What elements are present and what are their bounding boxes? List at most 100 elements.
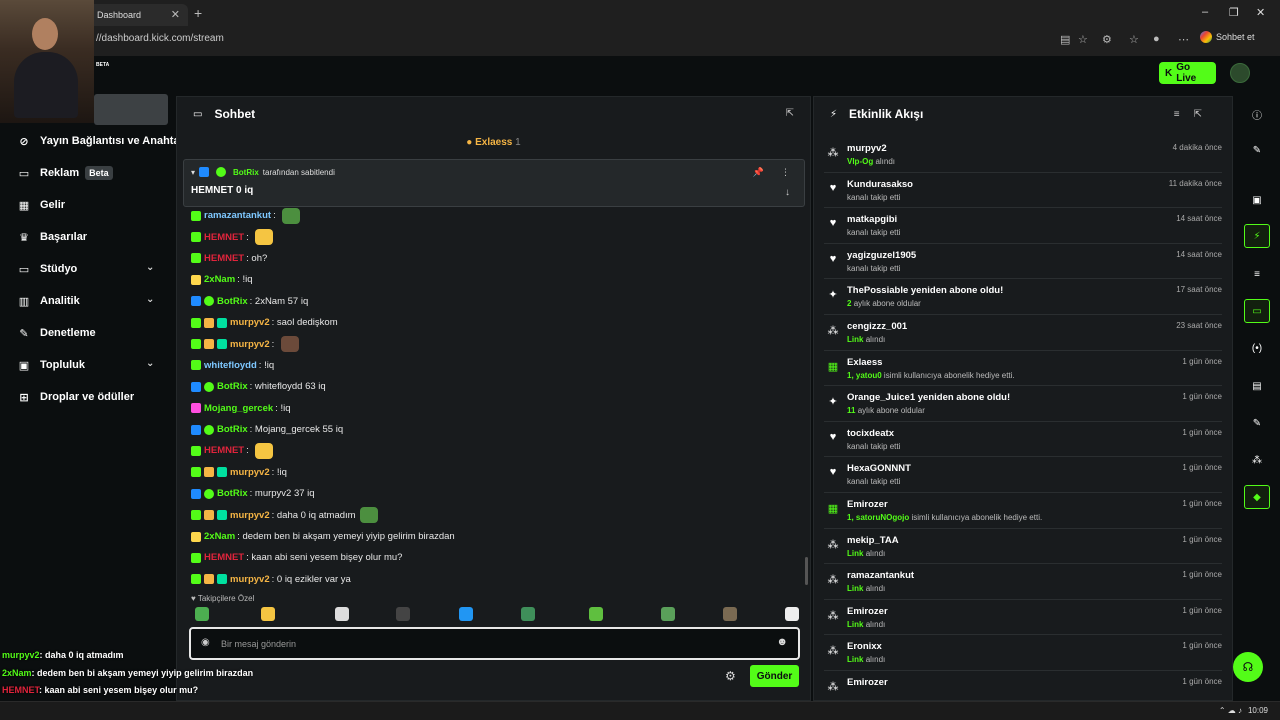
- chat-badge-icon: [191, 574, 201, 585]
- emote-frog2[interactable]: [589, 607, 603, 621]
- send-button[interactable]: Gönder: [750, 665, 799, 687]
- go-live-button[interactable]: K Go Live: [1159, 62, 1216, 84]
- activity-item[interactable]: ♥ tocixdeatx kanalı takip etti 1 gün önce: [824, 422, 1222, 458]
- filter-icon[interactable]: ≡: [1174, 109, 1194, 120]
- overlay-text: : dedem ben bi akşam yemeyi yiyip geliri…: [31, 667, 254, 678]
- emote-frog[interactable]: [195, 607, 209, 621]
- activity-item[interactable]: ⁂ Eronixx Link alındı 1 gün önce: [824, 635, 1222, 671]
- user-avatar[interactable]: [1230, 63, 1250, 83]
- broadcast-icon[interactable]: (•): [1244, 336, 1270, 360]
- emote-penguin[interactable]: [335, 607, 349, 621]
- stack-icon[interactable]: ▤: [1244, 374, 1270, 398]
- chat-username[interactable]: BotRix: [217, 381, 248, 392]
- chat-username[interactable]: 2xNam: [204, 531, 235, 542]
- activity-item[interactable]: ⁂ murpyv2 VIp-Og alındı 4 dakika önce: [824, 137, 1222, 173]
- chat-username[interactable]: whitefloydd: [204, 360, 257, 371]
- chat-scrollbar[interactable]: [805, 557, 808, 585]
- chat-username[interactable]: murpyv2: [230, 510, 270, 521]
- activity-rail-icon[interactable]: ⚡: [1244, 224, 1270, 248]
- sidebar-item-revenue[interactable]: ▦ Gelir: [18, 195, 65, 215]
- activity-item[interactable]: ✦ ThePossiable yeniden abone oldu! 2 aylık…: [824, 279, 1222, 315]
- chat-username[interactable]: BotRix: [217, 424, 248, 435]
- chat-username[interactable]: murpyv2: [230, 467, 270, 478]
- activity-item[interactable]: ✦ Orange_Juice1 yeniden abone oldu! 11 ayl…: [824, 386, 1222, 422]
- activity-item[interactable]: ⁂ Emirozer Link alındı 1 gün önce: [824, 600, 1222, 636]
- browser-tab[interactable]: Dashboard ✕: [88, 4, 188, 26]
- reader-icon[interactable]: ▤: [1060, 33, 1070, 46]
- chat-message: 2xNam: dedem ben bi akşam yemeyi yiyip g…: [191, 526, 791, 547]
- maximize-icon[interactable]: ❐: [1229, 6, 1239, 19]
- pin-icon[interactable]: 📌: [753, 167, 764, 178]
- chat-username[interactable]: BotRix: [217, 488, 248, 499]
- favorites-icon[interactable]: ☆: [1129, 33, 1139, 46]
- popout-icon[interactable]: ⇱: [1194, 109, 1216, 120]
- activity-item[interactable]: ▦ Exlaess 1, yatou0 isimli kullanıcıya abo…: [824, 351, 1222, 387]
- sidebar-item-studio[interactable]: ▭ Stüdyo ⌄: [18, 259, 168, 279]
- emote-pepe[interactable]: [521, 607, 535, 621]
- sidebar-search-box[interactable]: [94, 94, 168, 125]
- chat-username[interactable]: murpyv2: [230, 317, 270, 328]
- emote-pepe2[interactable]: [661, 607, 675, 621]
- activity-item[interactable]: ♥ HexaGONNNT kanalı takip etti 1 gün önce: [824, 457, 1222, 493]
- activity-item[interactable]: ⁂ ramazantankut Link alındı 1 gün önce: [824, 564, 1222, 600]
- copilot-button[interactable]: Sohbet et: [1200, 31, 1255, 43]
- chat-username[interactable]: HEMNET: [204, 552, 244, 563]
- sidebar-item-community[interactable]: ▣ Topluluk ⌄: [18, 355, 168, 375]
- emote-glasses[interactable]: [261, 607, 275, 621]
- star-icon[interactable]: ☆: [1078, 33, 1088, 46]
- menu-icon[interactable]: ⋯: [1178, 33, 1189, 46]
- video-icon[interactable]: ▣: [1244, 188, 1270, 212]
- chat-username[interactable]: ramazantankut: [204, 210, 271, 221]
- emoji-icon[interactable]: ☻: [776, 636, 788, 648]
- chat-username[interactable]: HEMNET: [204, 232, 244, 243]
- info-icon[interactable]: ⓘ: [1244, 102, 1270, 126]
- gear-icon[interactable]: ⚙: [725, 669, 736, 683]
- activity-tools[interactable]: ≡⇱: [1174, 109, 1216, 120]
- chat-username[interactable]: BotRix: [217, 296, 248, 307]
- profile-icon[interactable]: ●: [1153, 33, 1160, 45]
- close-window-icon[interactable]: ✕: [1256, 6, 1265, 19]
- list-icon[interactable]: ≡: [1244, 262, 1270, 286]
- activity-item[interactable]: ⁂ mekip_TAA Link alındı 1 gün önce: [824, 529, 1222, 565]
- emote-face[interactable]: [785, 607, 799, 621]
- close-tab-icon[interactable]: ✕: [171, 8, 180, 21]
- chat-input-box[interactable]: ◉ ☻: [189, 627, 800, 660]
- activity-item[interactable]: ♥ matkapgibi kanalı takip etti 14 saat önc…: [824, 208, 1222, 244]
- sidebar-item-drops[interactable]: ⊞ Droplar ve ödüller: [18, 387, 134, 407]
- chat-username[interactable]: murpyv2: [230, 574, 270, 585]
- chat-input[interactable]: [221, 635, 761, 653]
- popout-icon[interactable]: ⇱: [786, 108, 794, 119]
- chat-rail-icon[interactable]: ▭: [1244, 299, 1270, 323]
- minimize-icon[interactable]: –: [1202, 6, 1208, 18]
- activity-item[interactable]: ♥ yagizguzel1905 kanalı takip etti 14 saat…: [824, 244, 1222, 280]
- chat-username[interactable]: 2xNam: [204, 274, 235, 285]
- diamond-icon[interactable]: ◆: [1244, 485, 1270, 509]
- edit-icon[interactable]: ✎: [1244, 138, 1270, 162]
- activity-item[interactable]: ⁂ cengizzz_001 Link alındı 23 saat önce: [824, 315, 1222, 351]
- emote-bird[interactable]: [396, 607, 410, 621]
- chat-username[interactable]: murpyv2: [230, 339, 270, 350]
- extensions-icon[interactable]: ⚙: [1102, 33, 1112, 46]
- emote-mt[interactable]: [723, 607, 737, 621]
- emote-blue[interactable]: [459, 607, 473, 621]
- activity-subtext: aylık abone oldular: [857, 406, 925, 416]
- activity-item[interactable]: ▦ Emirozer 1, satoruNOgojo isimli kullanıc…: [824, 493, 1222, 529]
- more-options-icon[interactable]: ⋮: [781, 167, 790, 178]
- address-bar[interactable]: //dashboard.kick.com/stream: [96, 33, 224, 44]
- sidebar-item-analytics[interactable]: ▥ Analitik ⌄: [18, 291, 168, 311]
- share-icon[interactable]: ⁂: [1244, 448, 1270, 472]
- activity-item[interactable]: ♥ Kundurasakso kanalı takip etti 11 dakika…: [824, 173, 1222, 209]
- chat-username[interactable]: Mojang_gercek: [204, 403, 273, 414]
- wrench-icon[interactable]: ✎: [1244, 411, 1270, 435]
- sidebar-item-moderation[interactable]: ✎ Denetleme: [18, 323, 95, 343]
- chat-username[interactable]: HEMNET: [204, 445, 244, 456]
- new-tab-icon[interactable]: +: [194, 5, 202, 21]
- chat-username[interactable]: HEMNET: [204, 253, 244, 264]
- activity-subtitle: kanalı takip etti: [847, 264, 900, 273]
- sidebar-item-ads[interactable]: ▭ Reklam Beta: [18, 163, 113, 183]
- tray-icons[interactable]: ⌃ ☁ ♪: [1219, 706, 1242, 715]
- sidebar-item-achievements[interactable]: ♛ Başarılar: [18, 227, 87, 247]
- arrow-down-icon[interactable]: ↓: [785, 187, 790, 198]
- sidebar-item-stream-key[interactable]: ⊘ Yayın Bağlantısı ve Anahta: [18, 131, 179, 151]
- help-headset-icon[interactable]: ☊: [1233, 652, 1263, 682]
